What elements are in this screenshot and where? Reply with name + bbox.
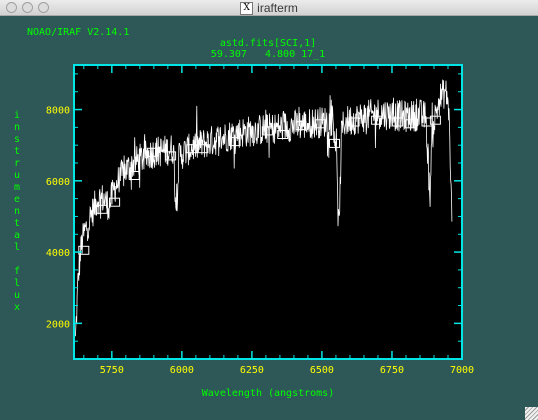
x-tick-label: 6750 (380, 365, 404, 376)
window-titlebar[interactable]: X irafterm (0, 0, 538, 16)
window-title: irafterm (257, 1, 298, 15)
chart-title: astd.fits[SCI,1] (220, 38, 316, 49)
y-tick-label: 2000 (46, 319, 70, 330)
plot-area (74, 65, 462, 359)
spectrum-plot: NOAO/IRAF V2.14.1 astd.fits[SCI,1] 59.30… (14, 27, 474, 399)
x-tick-label: 6000 (170, 365, 194, 376)
y-label-char: f (14, 266, 20, 277)
x-tick-label: 6500 (310, 365, 334, 376)
y-label-char: s (14, 134, 20, 145)
y-tick-label: 8000 (46, 106, 70, 117)
chart-subtitle: 59.307 4.800 17_1 (211, 49, 325, 60)
x-tick-label: 5750 (100, 365, 124, 376)
y-label-char: n (14, 122, 20, 133)
x-axis-label: Wavelength (angstroms) (202, 388, 334, 399)
y-label-char: x (14, 302, 20, 313)
y-label-char: n (14, 206, 20, 217)
terminal-area[interactable]: NOAO/IRAF V2.14.1 astd.fits[SCI,1] 59.30… (0, 16, 538, 420)
y-label-char: l (14, 242, 20, 253)
y-axis-label: instrumentalflux (14, 110, 20, 313)
y-label-char: t (14, 218, 20, 229)
y-label-char: e (14, 194, 20, 205)
y-label-char: u (14, 290, 20, 301)
x-tick-label: 6250 (240, 365, 264, 376)
version-text: NOAO/IRAF V2.14.1 (27, 27, 129, 38)
y-label-char: l (14, 278, 20, 289)
y-label-char: a (14, 230, 20, 241)
y-label-char: r (14, 158, 20, 169)
y-label-char: u (14, 170, 20, 181)
y-label-char: i (14, 110, 20, 121)
y-tick-label: 4000 (46, 248, 70, 259)
y-tick-label: 6000 (46, 177, 70, 188)
y-label-char: m (14, 182, 20, 193)
x11-icon: X (240, 1, 254, 15)
y-label-char: t (14, 146, 20, 157)
resize-grip[interactable] (525, 407, 538, 420)
x-tick-label: 7000 (450, 365, 474, 376)
